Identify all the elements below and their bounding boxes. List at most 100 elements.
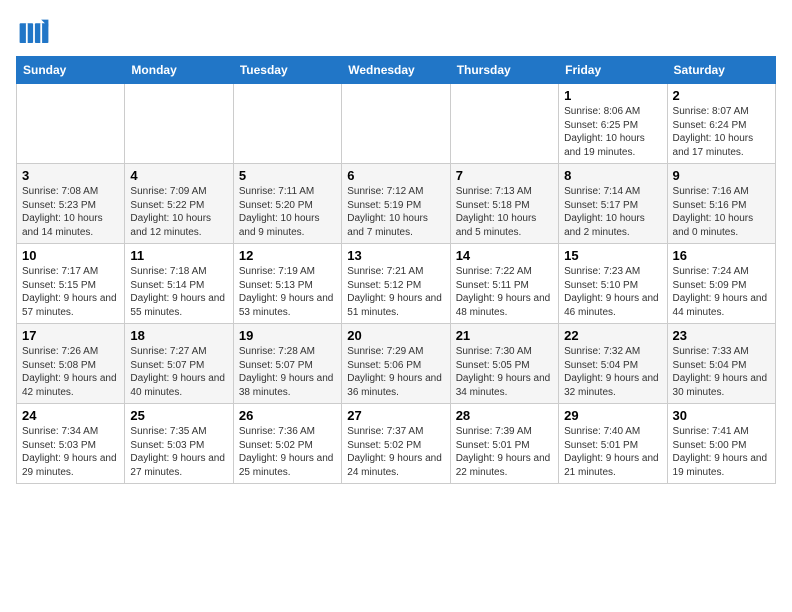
logo-icon [16,16,52,52]
logo [16,16,58,52]
calendar-cell: 24 Sunrise: 7:34 AM Sunset: 5:03 PM Dayli… [17,404,125,484]
calendar-cell: 9 Sunrise: 7:16 AM Sunset: 5:16 PM Daylig… [667,164,775,244]
calendar-week-2: 3 Sunrise: 7:08 AM Sunset: 5:23 PM Daylig… [17,164,776,244]
day-info: Sunrise: 7:33 AM Sunset: 5:04 PM Dayligh… [673,345,770,399]
day-info: Sunrise: 7:18 AM Sunset: 5:14 PM Dayligh… [130,265,227,319]
day-info: Sunrise: 7:14 AM Sunset: 5:17 PM Dayligh… [564,185,661,239]
weekday-header-monday: Monday [125,57,233,84]
day-info: Sunrise: 8:07 AM Sunset: 6:24 PM Dayligh… [673,105,770,159]
calendar-cell: 26Sunrise: 7:36 AM Sunset: 5:02 PM Dayli… [233,404,341,484]
calendar-cell: 13 Sunrise: 7:21 AM Sunset: 5:12 PM Dayli… [342,244,450,324]
day-info: Sunrise: 7:08 AM Sunset: 5:23 PM Dayligh… [22,185,119,239]
calendar-cell: 18Sunrise: 7:27 AM Sunset: 5:07 PM Dayli… [125,324,233,404]
day-number: 5 [239,168,336,183]
day-info: Sunrise: 7:21 AM Sunset: 5:12 PM Dayligh… [347,265,444,319]
day-info: Sunrise: 7:13 AM Sunset: 5:18 PM Dayligh… [456,185,553,239]
day-number: 27 [347,408,444,423]
calendar-cell: 3 Sunrise: 7:08 AM Sunset: 5:23 PM Daylig… [17,164,125,244]
calendar-cell: 8 Sunrise: 7:14 AM Sunset: 5:17 PM Daylig… [559,164,667,244]
day-number: 20 [347,328,444,343]
calendar-cell [17,84,125,164]
calendar-cell: 22 Sunrise: 7:32 AM Sunset: 5:04 PM Dayli… [559,324,667,404]
day-info: Sunrise: 7:37 AM Sunset: 5:02 PM Dayligh… [347,425,444,479]
day-info: Sunrise: 7:40 AM Sunset: 5:01 PM Dayligh… [564,425,661,479]
day-number: 6 [347,168,444,183]
calendar-cell: 29 Sunrise: 7:40 AM Sunset: 5:01 PM Dayli… [559,404,667,484]
day-number: 11 [130,248,227,263]
calendar-week-3: 10Sunrise: 7:17 AM Sunset: 5:15 PM Dayli… [17,244,776,324]
day-number: 17 [22,328,119,343]
calendar-cell: 7 Sunrise: 7:13 AM Sunset: 5:18 PM Daylig… [450,164,558,244]
calendar-cell: 15 Sunrise: 7:23 AM Sunset: 5:10 PM Dayli… [559,244,667,324]
day-number: 21 [456,328,553,343]
day-number: 15 [564,248,661,263]
day-number: 24 [22,408,119,423]
day-number: 9 [673,168,770,183]
calendar-cell: 10Sunrise: 7:17 AM Sunset: 5:15 PM Dayli… [17,244,125,324]
day-info: Sunrise: 7:16 AM Sunset: 5:16 PM Dayligh… [673,185,770,239]
day-info: Sunrise: 7:11 AM Sunset: 5:20 PM Dayligh… [239,185,336,239]
calendar-cell: 5 Sunrise: 7:11 AM Sunset: 5:20 PM Daylig… [233,164,341,244]
day-info: Sunrise: 7:19 AM Sunset: 5:13 PM Dayligh… [239,265,336,319]
weekday-header-sunday: Sunday [17,57,125,84]
day-info: Sunrise: 7:39 AM Sunset: 5:01 PM Dayligh… [456,425,553,479]
day-number: 28 [456,408,553,423]
calendar-cell: 14 Sunrise: 7:22 AM Sunset: 5:11 PM Dayli… [450,244,558,324]
day-number: 16 [673,248,770,263]
calendar-cell: 25 Sunrise: 7:35 AM Sunset: 5:03 PM Dayli… [125,404,233,484]
day-info: Sunrise: 7:12 AM Sunset: 5:19 PM Dayligh… [347,185,444,239]
day-number: 18 [130,328,227,343]
calendar-cell: 21 Sunrise: 7:30 AM Sunset: 5:05 PM Dayli… [450,324,558,404]
weekday-header-thursday: Thursday [450,57,558,84]
day-info: Sunrise: 7:34 AM Sunset: 5:03 PM Dayligh… [22,425,119,479]
calendar-cell: 28 Sunrise: 7:39 AM Sunset: 5:01 PM Dayli… [450,404,558,484]
calendar-week-5: 24 Sunrise: 7:34 AM Sunset: 5:03 PM Dayli… [17,404,776,484]
day-number: 8 [564,168,661,183]
day-number: 23 [673,328,770,343]
day-number: 30 [673,408,770,423]
day-info: Sunrise: 7:35 AM Sunset: 5:03 PM Dayligh… [130,425,227,479]
day-number: 29 [564,408,661,423]
calendar-header-row: SundayMondayTuesdayWednesdayThursdayFrid… [17,57,776,84]
day-info: Sunrise: 7:22 AM Sunset: 5:11 PM Dayligh… [456,265,553,319]
day-number: 14 [456,248,553,263]
weekday-header-saturday: Saturday [667,57,775,84]
day-number: 4 [130,168,227,183]
day-info: Sunrise: 7:17 AM Sunset: 5:15 PM Dayligh… [22,265,119,319]
day-number: 1 [564,88,661,103]
day-info: Sunrise: 8:06 AM Sunset: 6:25 PM Dayligh… [564,105,661,159]
day-info: Sunrise: 7:41 AM Sunset: 5:00 PM Dayligh… [673,425,770,479]
day-number: 13 [347,248,444,263]
calendar-cell: 30 Sunrise: 7:41 AM Sunset: 5:00 PM Dayli… [667,404,775,484]
header [16,16,776,52]
calendar-cell: 20 Sunrise: 7:29 AM Sunset: 5:06 PM Dayli… [342,324,450,404]
calendar-cell [233,84,341,164]
calendar-cell: 1 Sunrise: 8:06 AM Sunset: 6:25 PM Daylig… [559,84,667,164]
day-number: 19 [239,328,336,343]
day-info: Sunrise: 7:24 AM Sunset: 5:09 PM Dayligh… [673,265,770,319]
day-info: Sunrise: 7:32 AM Sunset: 5:04 PM Dayligh… [564,345,661,399]
calendar-cell [450,84,558,164]
day-info: Sunrise: 7:09 AM Sunset: 5:22 PM Dayligh… [130,185,227,239]
calendar-cell: 2 Sunrise: 8:07 AM Sunset: 6:24 PM Daylig… [667,84,775,164]
calendar-table: SundayMondayTuesdayWednesdayThursdayFrid… [16,56,776,484]
day-number: 7 [456,168,553,183]
day-number: 25 [130,408,227,423]
day-info: Sunrise: 7:29 AM Sunset: 5:06 PM Dayligh… [347,345,444,399]
calendar-cell: 4 Sunrise: 7:09 AM Sunset: 5:22 PM Daylig… [125,164,233,244]
calendar-cell: 23 Sunrise: 7:33 AM Sunset: 5:04 PM Dayli… [667,324,775,404]
day-number: 12 [239,248,336,263]
day-number: 22 [564,328,661,343]
weekday-header-tuesday: Tuesday [233,57,341,84]
calendar-week-4: 17 Sunrise: 7:26 AM Sunset: 5:08 PM Dayli… [17,324,776,404]
calendar-cell [125,84,233,164]
day-info: Sunrise: 7:28 AM Sunset: 5:07 PM Dayligh… [239,345,336,399]
day-number: 2 [673,88,770,103]
weekday-header-wednesday: Wednesday [342,57,450,84]
day-number: 3 [22,168,119,183]
day-info: Sunrise: 7:30 AM Sunset: 5:05 PM Dayligh… [456,345,553,399]
calendar-cell: 6 Sunrise: 7:12 AM Sunset: 5:19 PM Daylig… [342,164,450,244]
calendar-cell: 11 Sunrise: 7:18 AM Sunset: 5:14 PM Dayli… [125,244,233,324]
day-info: Sunrise: 7:23 AM Sunset: 5:10 PM Dayligh… [564,265,661,319]
day-info: Sunrise: 7:26 AM Sunset: 5:08 PM Dayligh… [22,345,119,399]
